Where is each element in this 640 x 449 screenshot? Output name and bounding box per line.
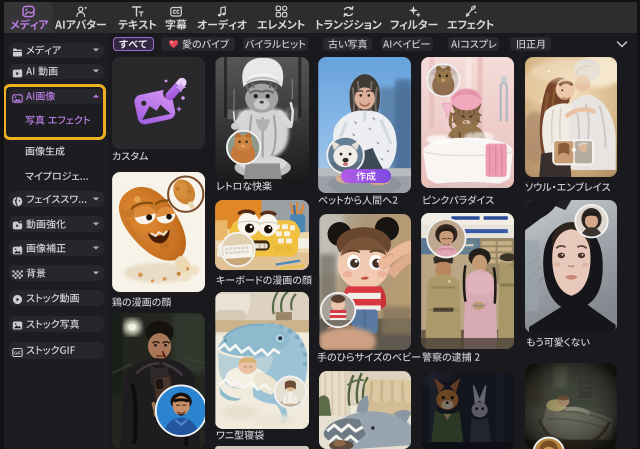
svg-text:GIF: GIF	[14, 350, 21, 355]
